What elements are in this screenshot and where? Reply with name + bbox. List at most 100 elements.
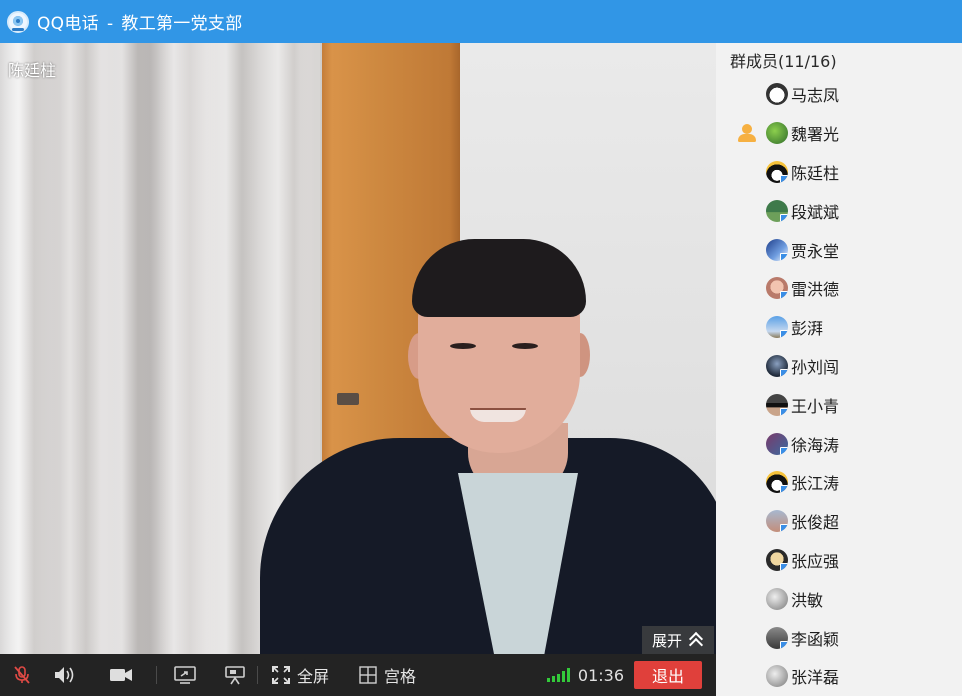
device-badge-icon [780, 291, 788, 300]
member-row[interactable]: 张应强 [716, 541, 962, 580]
member-name: 徐海涛 [791, 435, 840, 455]
expand-button[interactable]: 展开 [642, 626, 714, 654]
screen-share-button[interactable] [157, 654, 213, 696]
member-name: 洪敏 [791, 590, 824, 610]
camera-button[interactable] [86, 654, 156, 696]
member-row[interactable]: 雷洪德 [716, 269, 962, 308]
presentation-button[interactable] [213, 654, 257, 696]
green-avatar [766, 122, 788, 145]
grid-view-icon [359, 666, 377, 684]
screen-share-icon [174, 666, 196, 684]
street-avatar [766, 626, 788, 649]
member-row[interactable]: 王小青 [716, 385, 962, 424]
member-name: 张洋磊 [791, 668, 840, 688]
device-badge-icon [780, 368, 788, 377]
device-badge-icon [780, 174, 788, 183]
member-row[interactable]: 马志凤 [716, 75, 962, 114]
member-name: 李函颖 [791, 629, 840, 649]
device-badge-icon [780, 446, 788, 455]
call-toolbar: 全屏 宫格 01:36 退出 [0, 654, 716, 696]
member-name: 张俊超 [791, 513, 840, 533]
member-row[interactable]: 彭湃 [716, 308, 962, 347]
blue-photo-avatar [766, 238, 788, 261]
device-badge-icon [780, 407, 788, 416]
penguin-avatar [766, 160, 788, 183]
call-duration: 01:36 [577, 665, 624, 685]
device-badge-icon [780, 330, 788, 339]
speaking-user-icon [737, 123, 757, 143]
member-row[interactable]: 李函颖 [716, 618, 962, 657]
speaker-button[interactable] [44, 654, 86, 696]
signal-strength-icon [546, 668, 570, 682]
group-photo-avatar [766, 432, 788, 455]
cartoon-avatar [766, 548, 788, 571]
crowd-avatar [766, 510, 788, 533]
sunglasses-avatar [766, 393, 788, 416]
device-badge-icon [780, 640, 788, 649]
video-door-handle [337, 393, 359, 405]
member-row[interactable]: 魏署光 [716, 114, 962, 153]
quit-button[interactable]: 退出 [634, 661, 702, 689]
device-badge-icon [780, 213, 788, 222]
member-row[interactable]: 陈廷柱 [716, 153, 962, 192]
device-badge-icon [780, 562, 788, 571]
group-name: 教工第一党支部 [121, 14, 243, 34]
blue-sky-avatar [766, 316, 788, 339]
mic-mute-button[interactable] [0, 654, 44, 696]
video-person-mouth [470, 408, 526, 422]
gray-avatar [766, 665, 788, 688]
panda-avatar [766, 83, 788, 106]
speaker-name: 陈廷柱 [8, 61, 57, 80]
member-row[interactable]: 张俊超 [716, 502, 962, 541]
device-badge-icon [780, 524, 788, 533]
title-bar[interactable]: QQ电话 - 教工第一党支部 [0, 0, 962, 43]
penguin-avatar [766, 471, 788, 494]
gray-avatar [766, 587, 788, 610]
landscape-avatar [766, 199, 788, 222]
fullscreen-icon [271, 666, 290, 684]
member-name: 马志凤 [791, 86, 840, 106]
grid-view-button[interactable]: 宫格 [342, 654, 432, 696]
member-row[interactable]: 段斌斌 [716, 191, 962, 230]
member-name: 贾永堂 [791, 241, 840, 261]
member-name: 张江涛 [791, 474, 840, 494]
app-name: QQ电话 [37, 14, 99, 34]
member-name: 张应强 [791, 551, 840, 571]
member-row[interactable]: 徐海涛 [716, 424, 962, 463]
expand-label: 展开 [651, 631, 682, 650]
camera-icon [110, 669, 132, 681]
member-name: 段斌斌 [791, 202, 840, 222]
member-row[interactable]: 贾永堂 [716, 230, 962, 269]
member-name: 陈廷柱 [791, 163, 840, 183]
member-list[interactable]: 马志凤魏署光陈廷柱段斌斌贾永堂雷洪德彭湃孙刘闯王小青徐海涛张江涛张俊超张应强洪敏… [716, 75, 962, 696]
member-count-title: 群成员(11/16) [730, 52, 837, 71]
presentation-icon [225, 666, 245, 685]
member-row[interactable]: 张江涛 [716, 463, 962, 502]
video-person-hair [412, 239, 586, 317]
fullscreen-label: 全屏 [296, 667, 329, 686]
member-row[interactable]: 张洋磊 [716, 657, 962, 696]
dark-photo-avatar [766, 354, 788, 377]
speaker-icon [55, 667, 74, 683]
qq-call-logo-icon [7, 10, 29, 33]
member-name: 彭湃 [791, 319, 824, 339]
device-badge-icon [780, 252, 788, 261]
face-avatar [766, 277, 788, 300]
member-name: 孙刘闯 [791, 357, 840, 377]
member-name: 雷洪德 [791, 280, 840, 300]
double-chevron-up-icon [688, 632, 704, 648]
window-title: QQ电话 - 教工第一党支部 [37, 9, 243, 34]
member-row[interactable]: 洪敏 [716, 579, 962, 618]
mic-muted-icon [14, 666, 30, 684]
video-person-eye [512, 343, 538, 349]
grid-view-label: 宫格 [383, 667, 416, 686]
device-badge-icon [780, 485, 788, 494]
title-separator: - [106, 14, 114, 34]
fullscreen-button[interactable]: 全屏 [258, 654, 342, 696]
member-panel: 群成员(11/16) 马志凤魏署光陈廷柱段斌斌贾永堂雷洪德彭湃孙刘闯王小青徐海涛… [716, 43, 962, 696]
video-area[interactable]: 陈廷柱 展开 [0, 43, 716, 654]
member-row[interactable]: 孙刘闯 [716, 347, 962, 386]
video-person-eye [450, 343, 476, 349]
member-name: 王小青 [791, 396, 840, 416]
member-name: 魏署光 [791, 125, 840, 145]
